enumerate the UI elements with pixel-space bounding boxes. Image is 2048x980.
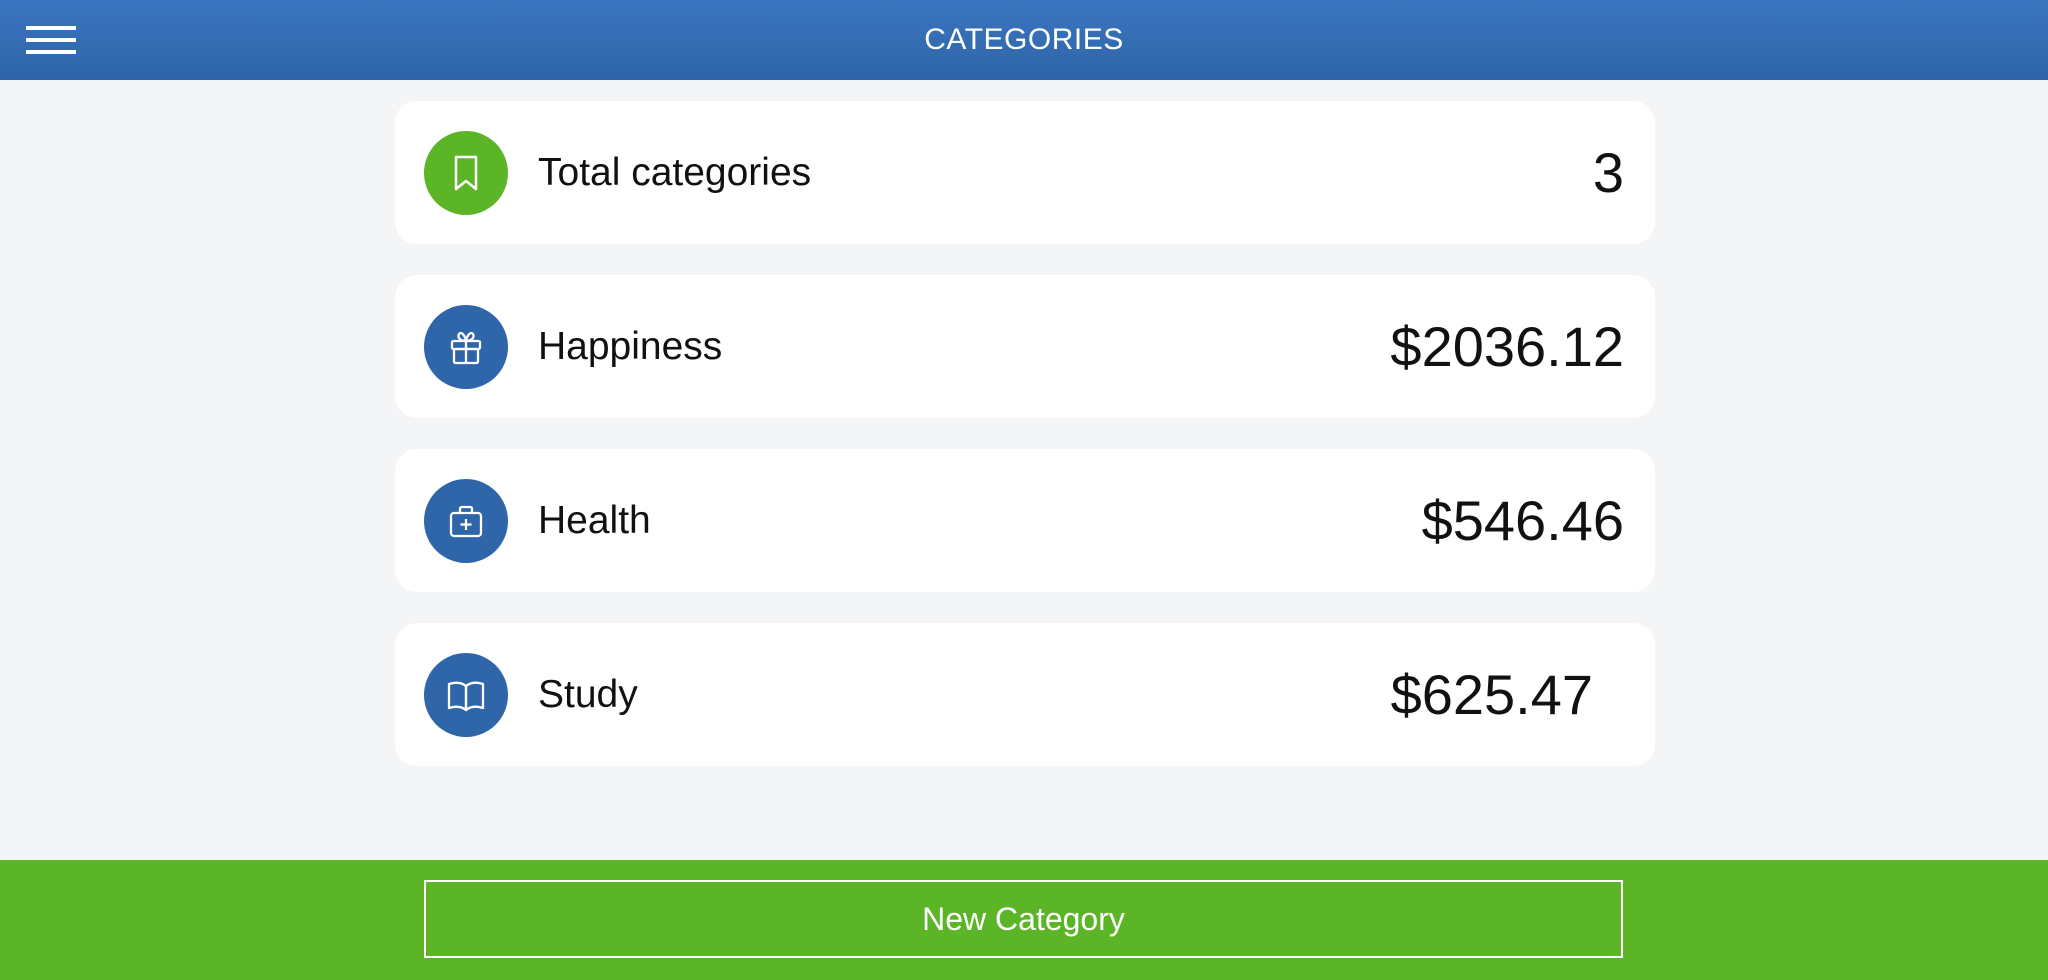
gift-icon <box>424 305 508 389</box>
category-card-health[interactable]: Health $546.46 <box>395 449 1655 592</box>
category-label: Happiness <box>538 325 723 368</box>
top-app-bar: CATEGORIES <box>0 0 2048 80</box>
total-categories-card: Total categories 3 <box>395 101 1655 244</box>
category-label: Health <box>538 499 651 542</box>
category-amount: $2036.12 <box>1390 315 1624 378</box>
category-card-study[interactable]: Study $625.47 <box>395 623 1655 766</box>
category-amount: $625.47 <box>1390 663 1593 726</box>
page-title: CATEGORIES <box>924 23 1124 56</box>
bottom-action-bar: New Category <box>0 860 2048 980</box>
new-category-button[interactable]: New Category <box>424 880 1623 958</box>
total-categories-label: Total categories <box>538 151 812 194</box>
book-icon <box>424 653 508 737</box>
bookmark-icon <box>424 131 508 215</box>
category-amount: $546.46 <box>1421 489 1624 552</box>
medical-kit-icon <box>424 479 508 563</box>
total-categories-value: 3 <box>1592 141 1624 204</box>
category-card-happiness[interactable]: Happiness $2036.12 <box>395 275 1655 418</box>
category-label: Study <box>538 673 638 716</box>
